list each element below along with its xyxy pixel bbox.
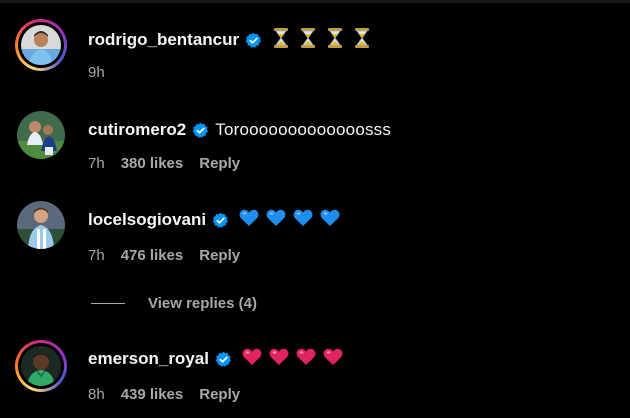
replies-divider-line	[91, 302, 125, 304]
red-heart-icon	[296, 348, 316, 371]
verified-badge-icon	[245, 32, 262, 49]
comment-timestamp[interactable]: 7h	[88, 155, 105, 172]
comment-text: Torooooooooooooosss	[215, 120, 392, 139]
view-replies-button[interactable]: View replies (4)	[91, 293, 257, 313]
comment-headline: locelsogiovani	[88, 208, 340, 232]
comment-item: rodrigo_bentancur 9h	[0, 0, 630, 95]
avatar[interactable]	[15, 19, 67, 71]
red-heart-icon	[242, 348, 262, 371]
hourglass-icon	[353, 27, 371, 53]
avatar-photo	[21, 25, 61, 65]
blue-heart-icon	[320, 209, 340, 232]
avatar-photo	[21, 346, 61, 386]
comment-meta: 8h 439 likes Reply	[88, 384, 240, 404]
comment-timestamp[interactable]: 7h	[88, 247, 105, 264]
comment-meta: 9h	[88, 62, 121, 82]
likes-count[interactable]: 380 likes	[121, 155, 184, 172]
reply-button[interactable]: Reply	[199, 386, 240, 403]
username[interactable]: emerson_royal	[88, 349, 209, 369]
avatar[interactable]	[17, 201, 65, 249]
username[interactable]: rodrigo_bentancur	[88, 30, 239, 50]
comment-headline: cutiromero2 Torooooooooooooosss	[88, 118, 391, 142]
blue-heart-icon	[239, 209, 259, 232]
comment-meta: 7h 380 likes Reply	[88, 153, 240, 173]
likes-count[interactable]: 476 likes	[121, 247, 184, 264]
verified-badge-icon	[192, 122, 209, 139]
red-heart-icon	[323, 348, 343, 371]
verified-badge-icon	[212, 212, 229, 229]
avatar[interactable]	[15, 340, 67, 392]
avatar[interactable]	[17, 111, 65, 159]
hourglass-icon	[272, 27, 290, 53]
reply-button[interactable]: Reply	[199, 155, 240, 172]
comment-item: cutiromero2 Torooooooooooooosss 7h 380 l…	[0, 95, 630, 185]
username[interactable]: locelsogiovani	[88, 210, 206, 230]
comment-item: emerson_royal 8h 439 likes Reply	[0, 330, 630, 418]
verified-badge-icon	[215, 351, 232, 368]
likes-count[interactable]: 439 likes	[121, 386, 184, 403]
comment-timestamp[interactable]: 8h	[88, 386, 105, 403]
view-replies-label: View replies (4)	[148, 294, 257, 312]
comment-headline: emerson_royal	[88, 347, 343, 371]
blue-heart-icon	[266, 209, 286, 232]
username[interactable]: cutiromero2	[88, 120, 186, 140]
red-heart-icon	[269, 348, 289, 371]
blue-heart-icon	[293, 209, 313, 232]
comment-item: locelsogiovani 7h 476 likes Reply	[0, 185, 630, 280]
comment-headline: rodrigo_bentancur	[88, 27, 371, 53]
hourglass-icon	[299, 27, 317, 53]
hourglass-icon	[326, 27, 344, 53]
reply-button[interactable]: Reply	[199, 247, 240, 264]
comment-timestamp[interactable]: 9h	[88, 64, 105, 81]
comment-meta: 7h 476 likes Reply	[88, 245, 240, 265]
